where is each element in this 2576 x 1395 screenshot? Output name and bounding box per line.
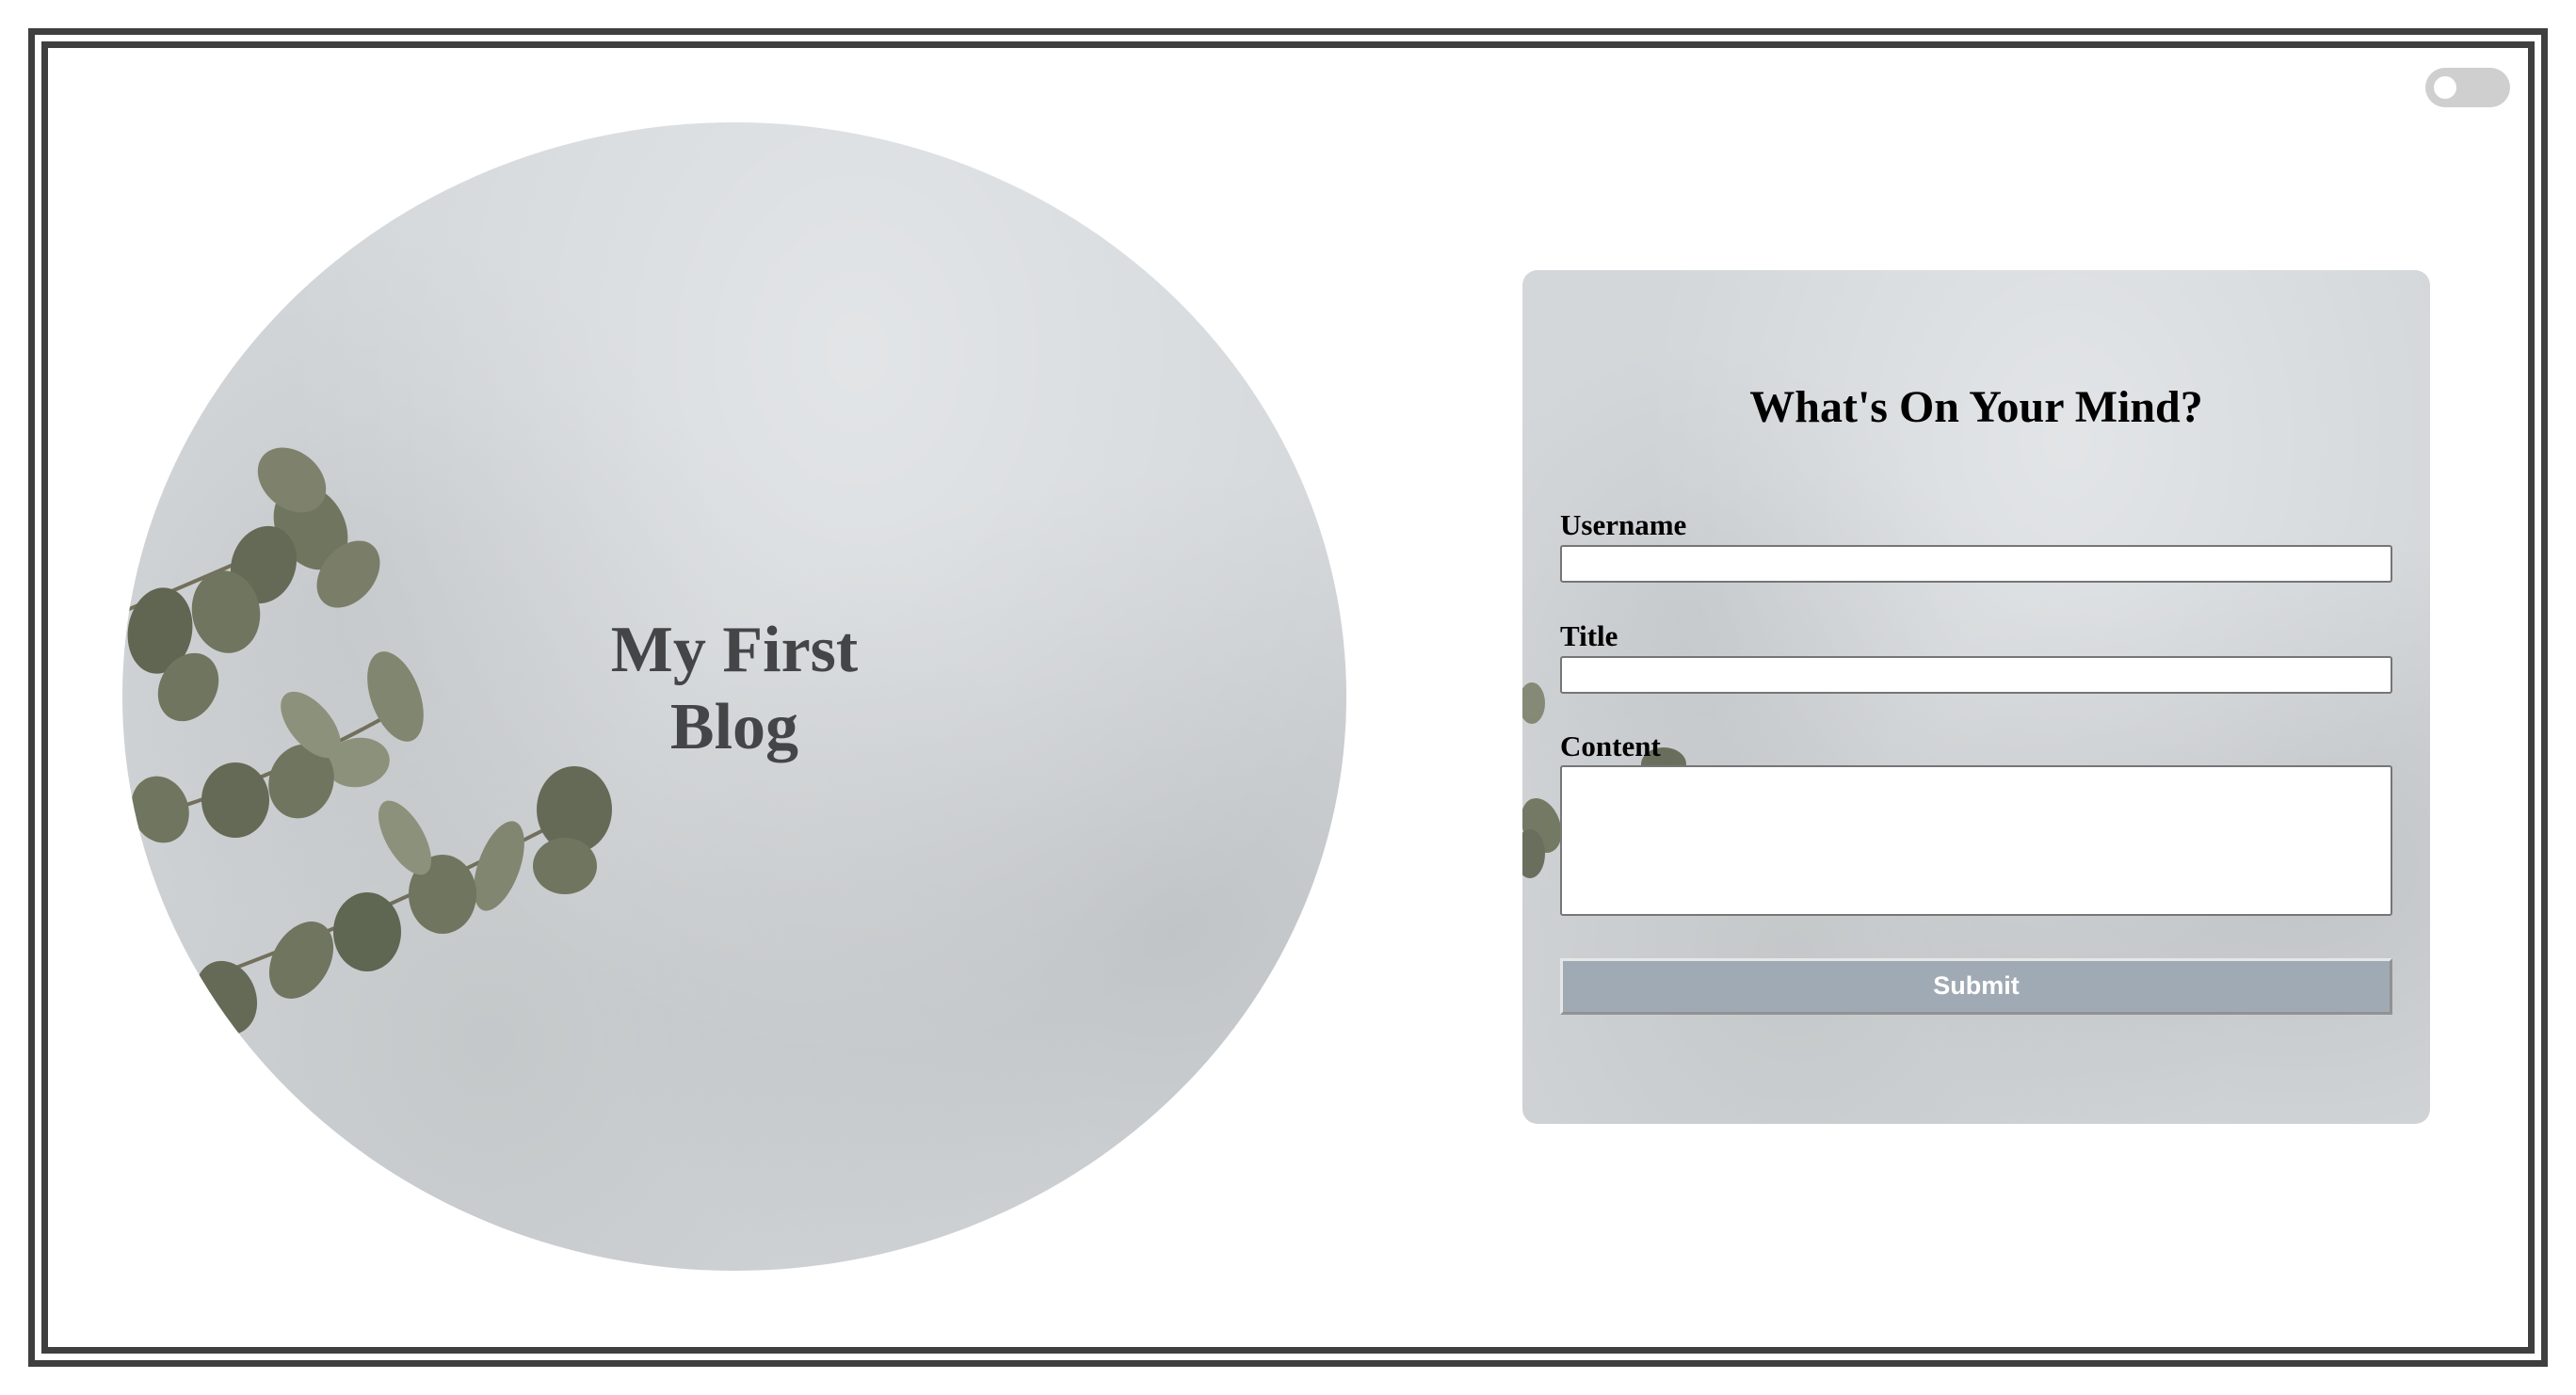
title-input[interactable] (1560, 656, 2392, 694)
content-textarea[interactable] (1560, 765, 2392, 916)
blog-title: My First Blog (610, 614, 859, 763)
form-heading: What's On Your Mind? (1749, 382, 2203, 432)
blog-page: My First Blog What's On Your Mind? Usern… (0, 0, 2576, 1395)
title-label: Title (1560, 619, 1618, 652)
username-label: Username (1560, 508, 1687, 541)
submit-button[interactable]: Submit (1560, 958, 2392, 1015)
hero-circle: My First Blog (122, 122, 1346, 1271)
post-form-card: What's On Your Mind? Username Title Cont… (1522, 270, 2430, 1124)
username-input[interactable] (1560, 545, 2392, 583)
content-label: Content (1560, 730, 1661, 762)
toggle-knob (2434, 76, 2456, 99)
theme-toggle[interactable] (2425, 68, 2510, 107)
